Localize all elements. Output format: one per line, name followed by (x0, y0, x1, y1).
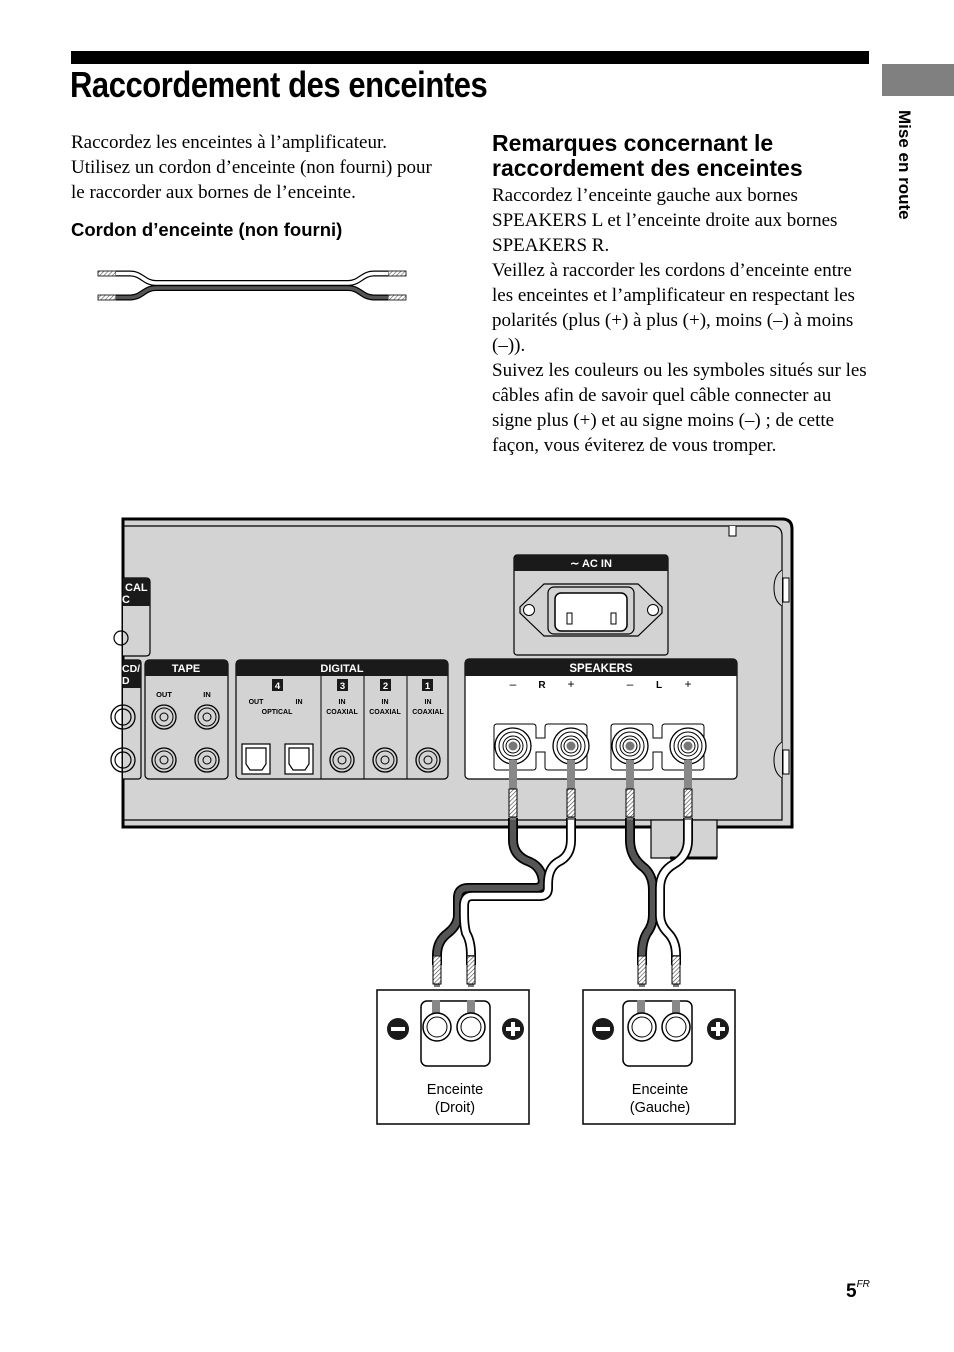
speaker-right-label: Enceinte (427, 1082, 483, 1098)
binding-post (552, 727, 590, 765)
optical-in-port (284, 743, 314, 775)
ac-in-label: ∼ AC IN (570, 558, 612, 570)
tape-label: TAPE (172, 663, 201, 675)
tape-jack-panel: TAPE OUT IN (144, 659, 229, 780)
wire-tip (625, 788, 635, 818)
wire-tip (508, 788, 518, 818)
tape-in-label: IN (203, 690, 211, 699)
coax-2-label: COAXIAL (369, 709, 401, 716)
coax-2-in-label: IN (382, 699, 389, 706)
speaker-right-sublabel: (Droit) (435, 1100, 475, 1116)
optical-in-label: IN (296, 699, 303, 706)
optical-out-label: OUT (249, 699, 265, 706)
input-1-badge: 1 (425, 681, 431, 692)
coax-1-label: COAXIAL (412, 709, 444, 716)
wire-tip (466, 955, 476, 985)
r-minus-label: – (510, 677, 517, 691)
tape-out-label: OUT (156, 690, 172, 699)
speakers-terminal-block: SPEAKERS – R + – L + (464, 658, 738, 780)
binding-post (494, 727, 532, 765)
wire-tip (637, 955, 647, 985)
wire-tip (671, 955, 681, 985)
coax-3-label: COAXIAL (326, 709, 358, 716)
connection-diagram: CAL C CD/ D TAPE OUT IN DIGITAL 4 3 2 1 … (110, 517, 794, 1125)
cd-jack-panel: CD/ D (110, 659, 142, 780)
cal-label: CAL (125, 582, 148, 594)
coax-3-in-label: IN (339, 699, 346, 706)
l-plus-label: + (684, 677, 691, 691)
optical-label: OPTICAL (262, 709, 293, 716)
input-3-badge: 3 (340, 681, 345, 692)
page-number: 5FR (846, 1279, 870, 1302)
ac-wave-icon: ∼ (570, 558, 582, 570)
cal-jack-panel: CAL C (113, 577, 151, 657)
speakers-label: SPEAKERS (569, 663, 633, 675)
coax-1-in-label: IN (425, 699, 432, 706)
l-minus-label: – (627, 677, 634, 691)
r-plus-label: + (567, 677, 574, 691)
cd-label-2: D (122, 675, 130, 687)
cd-label: CD/ (122, 663, 140, 675)
r-label: R (538, 680, 546, 691)
binding-post (669, 727, 707, 765)
speaker-left-label: Enceinte (632, 1082, 688, 1098)
speaker-left-sublabel: (Gauche) (630, 1100, 690, 1116)
digital-label: DIGITAL (320, 663, 363, 675)
digital-jack-panel: DIGITAL 4 3 2 1 OUT IN OPTICAL IN COAXIA… (235, 659, 449, 780)
cal-label-2: C (122, 594, 130, 606)
input-4-badge: 4 (275, 681, 281, 692)
speaker-left: Enceinte (Gauche) (582, 989, 736, 1125)
optical-out-port (241, 743, 271, 775)
ac-in-socket: ∼ AC IN (513, 554, 669, 656)
l-label: L (656, 680, 662, 691)
wire-tip (683, 788, 693, 818)
wire-tip (566, 788, 576, 818)
wire-tip (432, 955, 442, 985)
input-2-badge: 2 (383, 681, 388, 692)
binding-post (611, 727, 649, 765)
speaker-right: Enceinte (Droit) (376, 989, 530, 1125)
